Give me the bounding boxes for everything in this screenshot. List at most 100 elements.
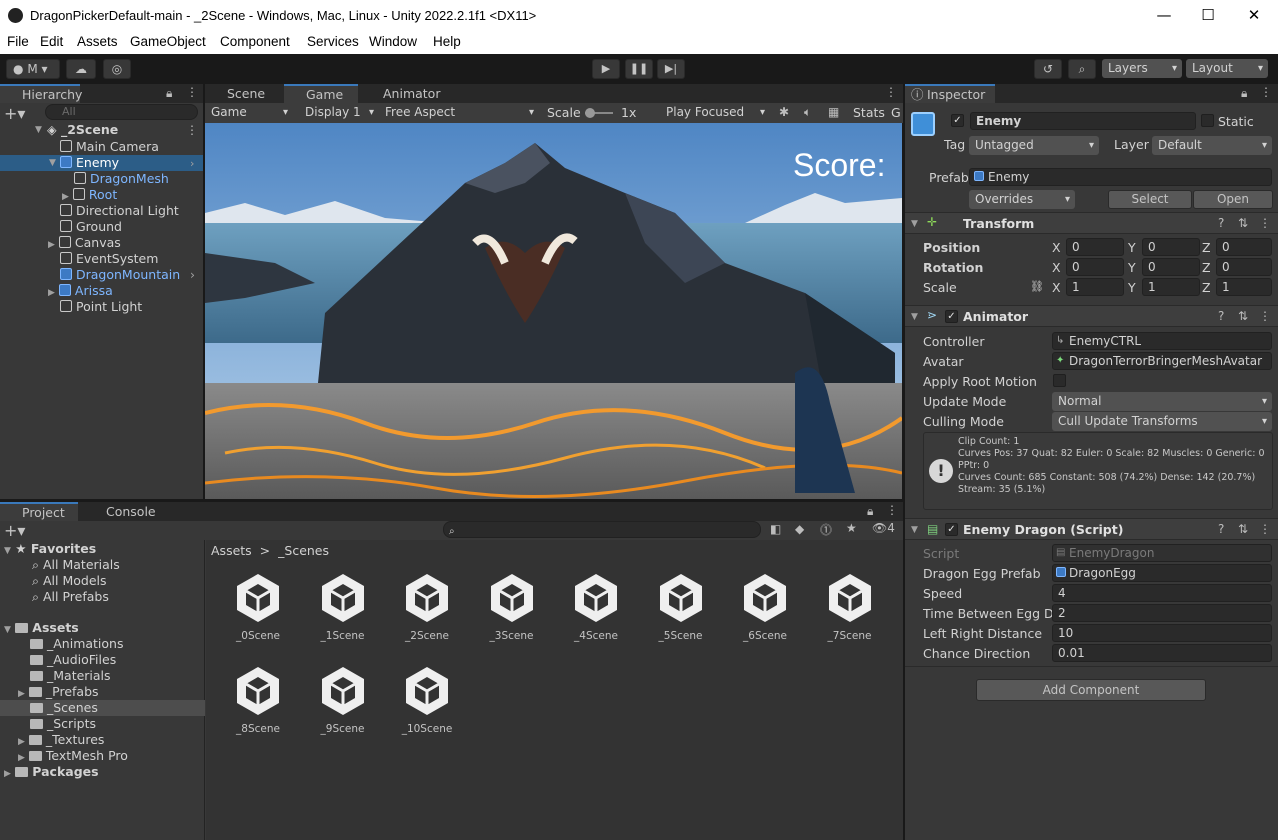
display-dropdown[interactable]: Display 1	[299, 103, 379, 122]
avatar-field[interactable]: ✦ DragonTerrorBringerMeshAvatar	[1052, 352, 1272, 370]
scale-slider[interactable]	[585, 108, 613, 118]
preset-icon[interactable]: ⇅	[1238, 216, 1248, 230]
favorite-all-prefabs[interactable]: ⌕ All Prefabs	[32, 589, 109, 605]
chevron-right-icon[interactable]: ›	[190, 157, 194, 170]
position-y-field[interactable]: 0	[1142, 238, 1200, 256]
rotation-x-field[interactable]: 0	[1066, 258, 1124, 276]
more-menu-icon[interactable]: ⋮	[1260, 85, 1272, 99]
scene-asset[interactable]: _0Scene	[218, 572, 298, 642]
hierarchy-item-eventsystem[interactable]: EventSystem	[60, 251, 158, 267]
hierarchy-item-canvas[interactable]: ▶ Canvas	[48, 235, 121, 251]
scene-asset[interactable]: _1Scene	[303, 572, 383, 642]
scene-asset[interactable]: _3Scene	[472, 572, 552, 642]
scene-asset[interactable]: _7Scene	[810, 572, 890, 642]
tab-inspector[interactable]: ⓘ Inspector	[905, 84, 995, 103]
speed-field[interactable]: 4	[1052, 584, 1272, 602]
folder-materials[interactable]: _Materials	[30, 668, 111, 684]
layers-dropdown[interactable]: Layers	[1102, 59, 1182, 78]
scene-asset[interactable]: _8Scene	[218, 665, 298, 735]
tab-scene[interactable]: Scene	[205, 84, 283, 103]
script-enabled-checkbox[interactable]: ✓	[945, 523, 958, 536]
history-icon[interactable]: ↺	[1034, 59, 1062, 79]
chevron-right-icon[interactable]: ›	[190, 267, 195, 283]
scale-y-field[interactable]: 1	[1142, 278, 1200, 296]
pause-button[interactable]: ❚❚	[625, 59, 653, 79]
splitter[interactable]	[903, 84, 905, 840]
breadcrumb-root[interactable]: Assets	[211, 543, 252, 558]
tab-console[interactable]: Console	[84, 502, 164, 521]
tag-dropdown[interactable]: Untagged	[969, 136, 1099, 155]
close-button[interactable]: ✕	[1244, 6, 1264, 24]
position-z-field[interactable]: 0	[1216, 238, 1272, 256]
hierarchy-item-enemy[interactable]: ▼ Enemy ›	[0, 155, 203, 171]
rotation-z-field[interactable]: 0	[1216, 258, 1272, 276]
help-icon[interactable]: ?	[1218, 522, 1224, 536]
favorites-header[interactable]: ▼ ★ Favorites	[4, 541, 96, 557]
component-menu-icon[interactable]: ⋮	[1259, 522, 1271, 536]
hierarchy-item-root[interactable]: ▶ Root	[62, 187, 117, 203]
tab-project[interactable]: Project	[0, 502, 78, 521]
rotation-y-field[interactable]: 0	[1142, 258, 1200, 276]
position-x-field[interactable]: 0	[1066, 238, 1124, 256]
component-menu-icon[interactable]: ⋮	[1259, 216, 1271, 230]
account-button[interactable]: ● M ▾	[6, 59, 60, 79]
lock-icon[interactable]: 🔒︎	[166, 86, 172, 101]
folder-textures[interactable]: ▶ _Textures	[18, 732, 104, 748]
chance-direction-field[interactable]: 0.01	[1052, 644, 1272, 662]
scene-row[interactable]: ▼ ◈ _2Scene ⋮	[0, 122, 203, 138]
time-between-eggs-field[interactable]: 2	[1052, 604, 1272, 622]
folder-audiofiles[interactable]: _AudioFiles	[30, 652, 116, 668]
hierarchy-item-point-light[interactable]: Point Light	[60, 299, 142, 315]
hierarchy-item-dragonmesh[interactable]: DragonMesh	[74, 171, 169, 187]
update-mode-dropdown[interactable]: Normal	[1052, 392, 1272, 411]
menu-services[interactable]: Services	[307, 34, 359, 49]
gizmos-button[interactable]: G	[891, 105, 901, 120]
warning-filter-icon[interactable]: ⓵	[820, 521, 832, 538]
scene-asset[interactable]: _2Scene	[387, 572, 467, 642]
favorite-all-materials[interactable]: ⌕ All Materials	[32, 557, 120, 573]
static-checkbox[interactable]	[1201, 114, 1214, 127]
layer-dropdown[interactable]: Default	[1152, 136, 1272, 155]
folder-scripts[interactable]: _Scripts	[30, 716, 96, 732]
hierarchy-item-ground[interactable]: Ground	[60, 219, 122, 235]
folder-scenes[interactable]: _Scenes	[0, 700, 205, 716]
menu-file[interactable]: File	[7, 34, 29, 49]
aspect-dropdown[interactable]: Free Aspect	[379, 103, 539, 122]
lock-icon[interactable]: 🔒︎	[1241, 86, 1247, 101]
scene-asset[interactable]: _10Scene	[387, 665, 467, 735]
favorite-star-icon[interactable]: ★	[846, 521, 857, 535]
favorite-all-models[interactable]: ⌕ All Models	[32, 573, 107, 589]
grid-icon[interactable]: ▦	[828, 105, 839, 119]
play-focused-dropdown[interactable]: Play Focused	[660, 103, 770, 122]
constrain-proportions-icon[interactable]: ⛓	[1030, 280, 1044, 293]
preset-icon[interactable]: ⇅	[1238, 522, 1248, 536]
menu-assets[interactable]: Assets	[77, 34, 118, 49]
object-name-field[interactable]: Enemy	[970, 112, 1196, 130]
component-menu-icon[interactable]: ⋮	[1259, 309, 1271, 323]
bug-icon[interactable]: ✱	[779, 105, 789, 119]
left-right-distance-field[interactable]: 10	[1052, 624, 1272, 642]
open-button[interactable]: Open	[1193, 190, 1273, 209]
more-menu-icon[interactable]: ⋮	[886, 503, 898, 517]
scene-asset[interactable]: _5Scene	[641, 572, 721, 642]
hierarchy-item-main-camera[interactable]: Main Camera	[60, 139, 159, 155]
overrides-dropdown[interactable]: Overrides	[969, 190, 1075, 209]
menu-window[interactable]: Window	[369, 34, 417, 49]
preset-icon[interactable]: ⇅	[1238, 309, 1248, 323]
scale-slider-thumb[interactable]	[585, 108, 595, 118]
assets-header[interactable]: ▼ Assets	[4, 620, 79, 636]
game-view[interactable]: Score:	[205, 123, 902, 499]
filter-type-icon[interactable]: ◧	[770, 522, 781, 536]
menu-edit[interactable]: Edit	[40, 34, 63, 49]
transform-header[interactable]: ▼ ✛ Transform ? ⇅ ⋮	[905, 212, 1278, 234]
culling-mode-dropdown[interactable]: Cull Update Transforms	[1052, 412, 1272, 431]
lock-icon[interactable]: 🔒︎	[867, 504, 873, 519]
create-asset-button[interactable]: +▾	[4, 521, 25, 540]
hidden-packages-icon[interactable]: 👁︎4	[872, 521, 895, 535]
prefab-field[interactable]: Enemy	[969, 168, 1272, 186]
folder-prefabs[interactable]: ▶ _Prefabs	[18, 684, 99, 700]
tab-animator[interactable]: Animator	[361, 84, 451, 103]
more-menu-icon[interactable]: ⋮	[885, 85, 897, 99]
scene-menu-icon[interactable]: ⋮	[186, 123, 198, 137]
tab-hierarchy[interactable]: Hierarchy	[0, 84, 82, 103]
